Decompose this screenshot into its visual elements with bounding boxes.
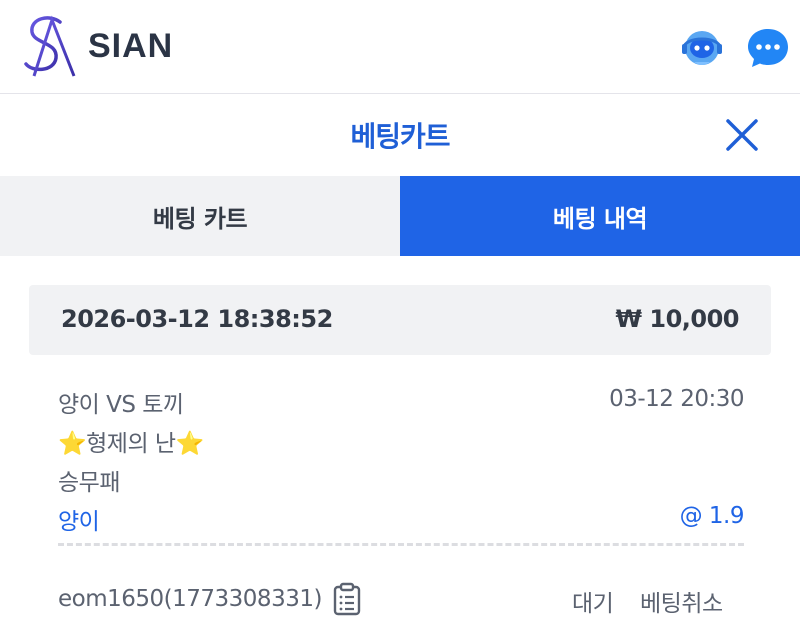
cancel-bet-button[interactable]: 베팅취소 (640, 584, 723, 618)
divider (58, 543, 744, 546)
clipboard-icon[interactable] (332, 582, 362, 616)
support-bot-button[interactable] (680, 26, 724, 70)
header-actions (680, 26, 790, 70)
cart-tabs: 베팅 카트 베팅 내역 (0, 176, 800, 256)
bet-amount: ₩ 10,000 (615, 305, 740, 333)
close-icon[interactable] (724, 117, 760, 153)
page-title: 베팅카트 (350, 120, 450, 153)
headset-bot-icon (682, 31, 722, 65)
sian-logo-icon (24, 15, 78, 77)
match-time: 03-12 20:30 (609, 386, 744, 412)
tab-betting-cart[interactable]: 베팅 카트 (0, 176, 400, 256)
site-logo[interactable]: SIAN (20, 12, 173, 80)
cart-title-bar: 베팅카트 (0, 95, 800, 175)
market-type: 승무패 (58, 470, 120, 496)
top-header: SIAN (0, 0, 800, 94)
chat-bubble-icon (748, 29, 788, 67)
bet-summary-header: 2026-03-12 18:38:52 ₩ 10,000 (29, 285, 771, 355)
league-name: ⭐형제의 난⭐ (58, 431, 204, 457)
user-id: eom1650(1773308331) (58, 586, 322, 612)
tab-betting-history[interactable]: 베팅 내역 (400, 176, 800, 256)
bet-user-row: eom1650(1773308331) (58, 582, 362, 616)
bet-odds: @ 1.9 (679, 503, 745, 529)
chat-button[interactable] (746, 26, 790, 70)
match-teams: 양이 VS 토끼 (58, 392, 184, 418)
bet-datetime: 2026-03-12 18:38:52 (61, 305, 333, 333)
bet-pick: 양이 (58, 509, 100, 535)
logo-text: SIAN (88, 26, 174, 65)
bet-status: 대기 (572, 591, 614, 617)
